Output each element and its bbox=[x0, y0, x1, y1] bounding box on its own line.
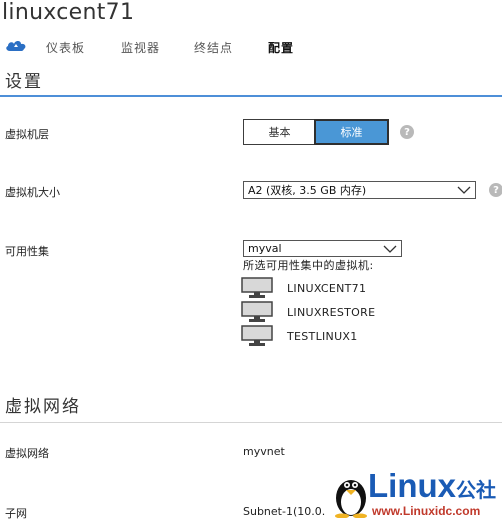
vm-size-help-icon[interactable]: ? bbox=[489, 183, 502, 197]
settings-divider bbox=[0, 95, 502, 97]
vm-size-label: 虚拟机大小 bbox=[5, 186, 60, 199]
vnet-value: myvnet bbox=[243, 445, 285, 458]
list-item: LINUXRESTORE bbox=[241, 301, 375, 323]
settings-section-title: 设置 bbox=[5, 72, 43, 92]
monitor-icon bbox=[241, 277, 273, 298]
vm-tier-option-standard[interactable]: 标准 bbox=[314, 119, 389, 145]
network-section-title: 虚拟网络 bbox=[5, 397, 81, 417]
watermark-brand-suffix: 公社 bbox=[456, 480, 496, 502]
vnet-label: 虚拟网络 bbox=[5, 447, 49, 460]
availability-set-value: myval bbox=[248, 242, 282, 255]
tab-endpoints[interactable]: 终结点 bbox=[194, 39, 233, 56]
monitor-icon bbox=[241, 325, 273, 346]
list-item: TESTLINUX1 bbox=[241, 325, 358, 347]
penguin-icon bbox=[335, 480, 367, 518]
network-divider bbox=[0, 422, 502, 423]
subnet-value: Subnet-1(10.0. bbox=[243, 505, 326, 518]
watermark-brand: Linux bbox=[368, 467, 456, 504]
vm-name: TESTLINUX1 bbox=[287, 329, 358, 343]
list-item: LINUXCENT71 bbox=[241, 277, 366, 299]
monitor-icon bbox=[241, 301, 273, 322]
vm-tier-option-basic[interactable]: 基本 bbox=[244, 120, 315, 144]
chevron-down-icon bbox=[383, 245, 397, 253]
tab-dashboard[interactable]: 仪表板 bbox=[46, 39, 85, 56]
availability-vms-caption: 所选可用性集中的虚拟机: bbox=[243, 259, 374, 272]
tab-monitor[interactable]: 监视器 bbox=[121, 39, 160, 56]
vm-tier-label: 虚拟机层 bbox=[5, 128, 49, 141]
availability-set-label: 可用性集 bbox=[5, 245, 49, 258]
vm-tier-help-icon[interactable]: ? bbox=[400, 125, 414, 139]
vm-name: LINUXCENT71 bbox=[287, 281, 367, 295]
vm-tier-toggle: 基本 标准 bbox=[243, 119, 389, 145]
vm-size-value: A2 (双核, 3.5 GB 内存) bbox=[248, 184, 367, 197]
vm-name: LINUXRESTORE bbox=[287, 305, 376, 319]
watermark-url: www.Linuxidc.com bbox=[372, 504, 481, 518]
watermark-logo: Linux公社 www.Linuxidc.com bbox=[332, 468, 502, 519]
chevron-down-icon bbox=[457, 186, 471, 194]
vm-size-select[interactable]: A2 (双核, 3.5 GB 内存) bbox=[243, 181, 476, 199]
page-title: linuxcent71 bbox=[2, 0, 135, 25]
cloud-icon bbox=[6, 41, 26, 51]
availability-set-select[interactable]: myval bbox=[243, 240, 402, 257]
tab-configure[interactable]: 配置 bbox=[268, 39, 294, 56]
